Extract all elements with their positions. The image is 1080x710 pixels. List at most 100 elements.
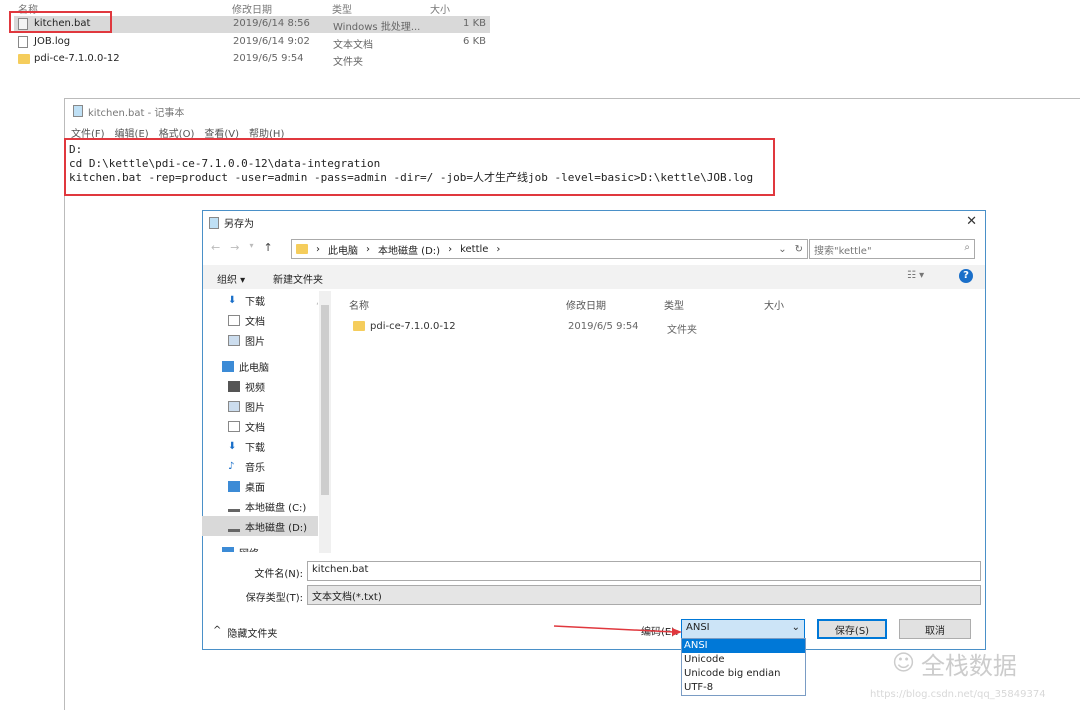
savetype-value: 文本文档(*.txt) bbox=[312, 592, 382, 603]
download-icon: ⬇ bbox=[228, 440, 237, 452]
nav-documents-2[interactable]: 文档 bbox=[228, 416, 318, 436]
desktop-icon bbox=[228, 480, 240, 492]
nav-music[interactable]: ♪ 音乐 bbox=[228, 456, 318, 476]
title-bar: kitchen.bat - 记事本 bbox=[73, 103, 184, 119]
nav-label: 图片 bbox=[245, 336, 265, 348]
nav-label: 网络 bbox=[239, 545, 259, 553]
file-date: 2019/6/5 9:54 bbox=[568, 321, 639, 332]
encoding-option-unicode[interactable]: Unicode bbox=[682, 653, 805, 667]
file-type: 文本文档 bbox=[333, 40, 373, 51]
text-file-icon bbox=[18, 36, 28, 48]
crumb-this-pc[interactable]: 此电脑 bbox=[328, 242, 358, 257]
encoding-dropdown: ANSI Unicode Unicode big endian UTF-8 bbox=[681, 638, 806, 696]
nav-downloads[interactable]: ⬇ 下载 📌︎ bbox=[228, 290, 318, 310]
col-date[interactable]: 修改日期 bbox=[566, 297, 606, 312]
nav-scrollbar[interactable] bbox=[319, 291, 331, 553]
nav-this-pc[interactable]: 此电脑 bbox=[222, 356, 318, 376]
document-icon bbox=[228, 314, 240, 326]
close-button[interactable]: ✕ bbox=[966, 214, 977, 229]
picture-icon bbox=[228, 334, 240, 346]
filename-value: kitchen.bat bbox=[312, 564, 369, 575]
cancel-button[interactable]: 取消 bbox=[899, 619, 971, 639]
help-icon[interactable]: ? bbox=[959, 269, 973, 283]
notepad-icon bbox=[209, 216, 219, 229]
address-bar[interactable]: › 此电脑 › 本地磁盘 (D:) › kettle › ⌄ ↻ bbox=[291, 239, 808, 259]
nav-desktop[interactable]: 桌面 bbox=[228, 476, 318, 496]
up-icon[interactable]: ↑ bbox=[263, 241, 272, 254]
savetype-select[interactable]: 文本文档(*.txt) bbox=[307, 585, 981, 605]
toolbar: 组织 ▾ 新建文件夹 ☷ ▾ ? bbox=[203, 265, 985, 289]
file-date: 2019/6/14 8:56 bbox=[233, 18, 310, 29]
pin-icon[interactable]: 📌︎ bbox=[315, 295, 318, 306]
refresh-icon[interactable]: ↻ bbox=[795, 244, 803, 255]
nav-drive-c[interactable]: 本地磁盘 (C:) bbox=[228, 496, 318, 516]
col-type[interactable]: 类型 bbox=[332, 1, 352, 16]
nav-label: 本地磁盘 (D:) bbox=[245, 522, 308, 534]
encoding-value: ANSI bbox=[686, 622, 710, 633]
forward-icon[interactable]: → bbox=[230, 241, 239, 254]
sep: › bbox=[448, 243, 453, 255]
search-input[interactable]: 搜索"kettle" ⌕ bbox=[809, 239, 975, 259]
back-icon[interactable]: ← bbox=[211, 241, 220, 254]
file-date: 2019/6/5 9:54 bbox=[233, 53, 304, 64]
save-button[interactable]: 保存(S) bbox=[817, 619, 887, 639]
nav-pictures[interactable]: 图片 bbox=[228, 330, 318, 350]
chevron-down-icon: ⌄ bbox=[791, 622, 800, 633]
file-list-item[interactable]: pdi-ce-7.1.0.0-12 2019/6/5 9:54 文件夹 bbox=[353, 321, 753, 336]
nav-label: 本地磁盘 (C:) bbox=[245, 502, 307, 514]
recent-icon[interactable]: ▾ bbox=[249, 241, 253, 254]
watermark-url: https://blog.csdn.net/qq_35849374 bbox=[870, 689, 1046, 700]
nav-drive-d[interactable]: 本地磁盘 (D:) bbox=[202, 516, 318, 536]
save-as-dialog: 另存为 ✕ ← → ▾ ↑ › 此电脑 › 本地磁盘 (D:) › kettle › ⌄ ↻… bbox=[202, 210, 986, 650]
new-folder-button[interactable]: 新建文件夹 bbox=[273, 271, 323, 286]
col-size[interactable]: 大小 bbox=[764, 297, 784, 312]
sep: › bbox=[366, 243, 370, 255]
col-type[interactable]: 类型 bbox=[664, 297, 684, 312]
nav-network[interactable]: 网络 bbox=[222, 542, 318, 552]
crumb-drive-d[interactable]: 本地磁盘 (D:) bbox=[378, 242, 440, 257]
file-name: JOB.log bbox=[34, 36, 71, 47]
search-icon: ⌕ bbox=[964, 242, 970, 253]
hide-folders-label: 隐藏文件夹 bbox=[227, 629, 278, 640]
organize-button[interactable]: 组织 ▾ bbox=[217, 271, 245, 286]
col-name[interactable]: 名称 bbox=[349, 297, 369, 312]
file-row-pdi[interactable]: pdi-ce-7.1.0.0-12 2019/6/5 9:54 文件夹 bbox=[14, 51, 490, 68]
crumb-kettle[interactable]: kettle bbox=[460, 244, 488, 255]
nav-buttons: ← → ▾ ↑ bbox=[211, 241, 273, 254]
filename-field[interactable]: kitchen.bat bbox=[307, 561, 981, 581]
nav-label: 下载 bbox=[245, 296, 265, 308]
encoding-select[interactable]: ANSI ⌄ bbox=[681, 619, 805, 639]
hide-folders-toggle[interactable]: ^ 隐藏文件夹 bbox=[213, 625, 277, 640]
encoding-option-ansi[interactable]: ANSI bbox=[682, 639, 805, 653]
nav-documents[interactable]: 文档 bbox=[228, 310, 318, 330]
file-type: Windows 批处理... bbox=[333, 22, 421, 33]
file-name: pdi-ce-7.1.0.0-12 bbox=[370, 321, 456, 332]
encoding-option-utf8[interactable]: UTF-8 bbox=[682, 681, 805, 695]
sep: › bbox=[316, 243, 320, 255]
highlight-kitchen bbox=[9, 11, 112, 33]
picture-icon bbox=[228, 400, 240, 412]
col-size[interactable]: 大小 bbox=[430, 1, 450, 16]
nav-label: 此电脑 bbox=[239, 362, 269, 374]
filename-label: 文件名(N): bbox=[254, 569, 303, 580]
savetype-label: 保存类型(T): bbox=[245, 593, 303, 604]
view-options-icon[interactable]: ☷ ▾ bbox=[907, 270, 924, 281]
drive-icon bbox=[228, 501, 240, 512]
download-icon: ⬇ bbox=[228, 294, 237, 306]
search-placeholder: 搜索"kettle" bbox=[814, 246, 872, 257]
col-date[interactable]: 修改日期 bbox=[232, 1, 272, 16]
file-type: 文件夹 bbox=[333, 57, 363, 68]
nav-label: 下载 bbox=[245, 442, 265, 454]
nav-downloads-2[interactable]: ⬇ 下载 bbox=[228, 436, 318, 456]
chevron-down-icon[interactable]: ⌄ bbox=[778, 244, 786, 255]
nav-label: 桌面 bbox=[245, 482, 265, 494]
file-size: 6 KB bbox=[463, 36, 486, 47]
nav-pictures-2[interactable]: 图片 bbox=[228, 396, 318, 416]
nav-label: 图片 bbox=[245, 402, 265, 414]
video-icon bbox=[228, 380, 240, 392]
encoding-option-unicode-be[interactable]: Unicode big endian bbox=[682, 667, 805, 681]
file-row-joblog[interactable]: JOB.log 2019/6/14 9:02 文本文档 6 KB bbox=[14, 34, 490, 51]
highlight-script bbox=[64, 138, 775, 196]
folder-icon bbox=[353, 321, 365, 331]
nav-videos[interactable]: 视频 bbox=[228, 376, 318, 396]
